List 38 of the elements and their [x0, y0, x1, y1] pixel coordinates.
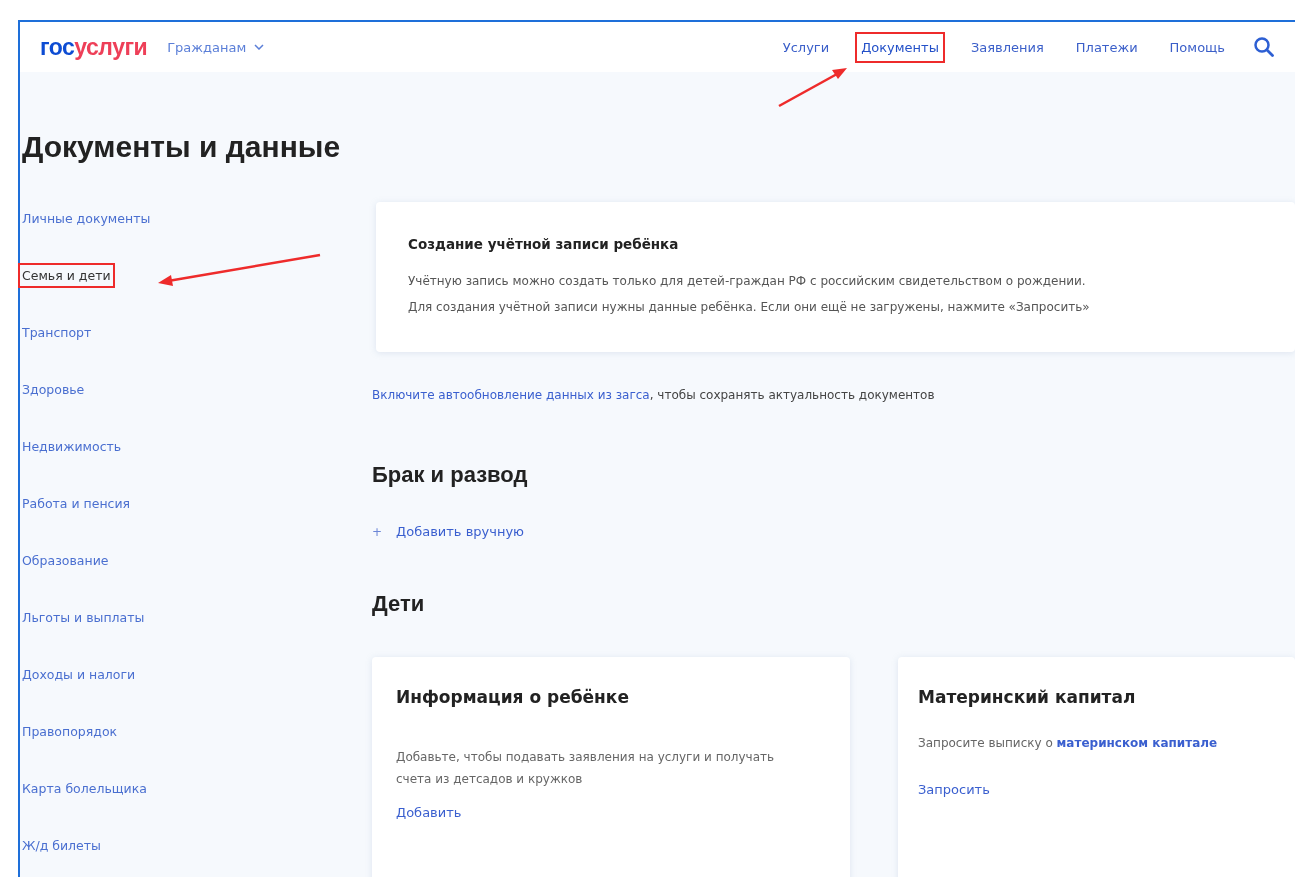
- caret-icon: [254, 44, 265, 50]
- nav-link[interactable]: Помощь: [1165, 33, 1229, 61]
- notice-text: Для создания учётной записи нужны данные ребёнка. Если они ещё не загружены, нажмите «Запросить»: [408, 300, 1091, 314]
- sidebar-item[interactable]: Доходы и налоги: [20, 664, 138, 685]
- nav-link[interactable]: Услуги: [778, 33, 834, 61]
- notice-text: Учётную запись можно создать только для детей-граждан РФ с российским свидетельством о рождении.: [408, 274, 1087, 288]
- add-manually-link[interactable]: Добавить вручную: [396, 524, 525, 539]
- sidebar-item[interactable]: Ж/д билеты: [20, 835, 103, 856]
- notice-title: Создание учётной записи ребёнка: [408, 236, 680, 252]
- sidebar-item[interactable]: Личные документы: [20, 208, 153, 229]
- nav-link[interactable]: Заявления: [966, 33, 1048, 61]
- autoupdate-text: , чтобы сохранять актуальность документов: [649, 388, 935, 402]
- sidebar-item[interactable]: Недвижимость: [20, 436, 124, 457]
- plus-icon: +: [372, 524, 383, 539]
- sidebar-item[interactable]: Образование: [20, 550, 111, 571]
- sidebar-item[interactable]: Транспорт: [20, 322, 94, 343]
- page-title: Документы и данные: [22, 130, 342, 164]
- nav-link[interactable]: Платежи: [1071, 33, 1142, 61]
- sidebar-item[interactable]: Здоровье: [20, 379, 87, 400]
- sidebar-item[interactable]: Льготы и выплаты: [20, 607, 147, 628]
- card-text: Добавьте, чтобы подавать заявления на услуги и получать счета из детсадов и кружков: [396, 749, 776, 788]
- card-title: Информация о ребёнке: [396, 687, 630, 707]
- nav-link[interactable]: Документы: [857, 33, 943, 61]
- sidebar-item[interactable]: Правопорядок: [20, 721, 120, 742]
- inline-link[interactable]: материнском капитале: [1056, 736, 1218, 750]
- sidebar-item[interactable]: Семья и дети: [20, 265, 113, 286]
- card-title: Материнский капитал: [918, 687, 1137, 707]
- card-link[interactable]: Добавить: [396, 805, 462, 821]
- autoupdate-link[interactable]: Включите автообновление данных из загса: [372, 388, 650, 402]
- section-heading: Брак и развод: [372, 462, 529, 488]
- audience-dropdown[interactable]: Гражданам: [167, 39, 265, 55]
- card-text: Запросите выписку о материнском капитале: [918, 735, 1219, 752]
- sidebar-item[interactable]: Карта болельщика: [20, 778, 149, 799]
- section-heading: Дети: [372, 591, 426, 617]
- sidebar-item[interactable]: Работа и пенсия: [20, 493, 133, 514]
- search-icon[interactable]: [1253, 36, 1275, 58]
- card-link[interactable]: Запросить: [918, 781, 990, 797]
- logo[interactable]: госуслуги: [40, 33, 148, 61]
